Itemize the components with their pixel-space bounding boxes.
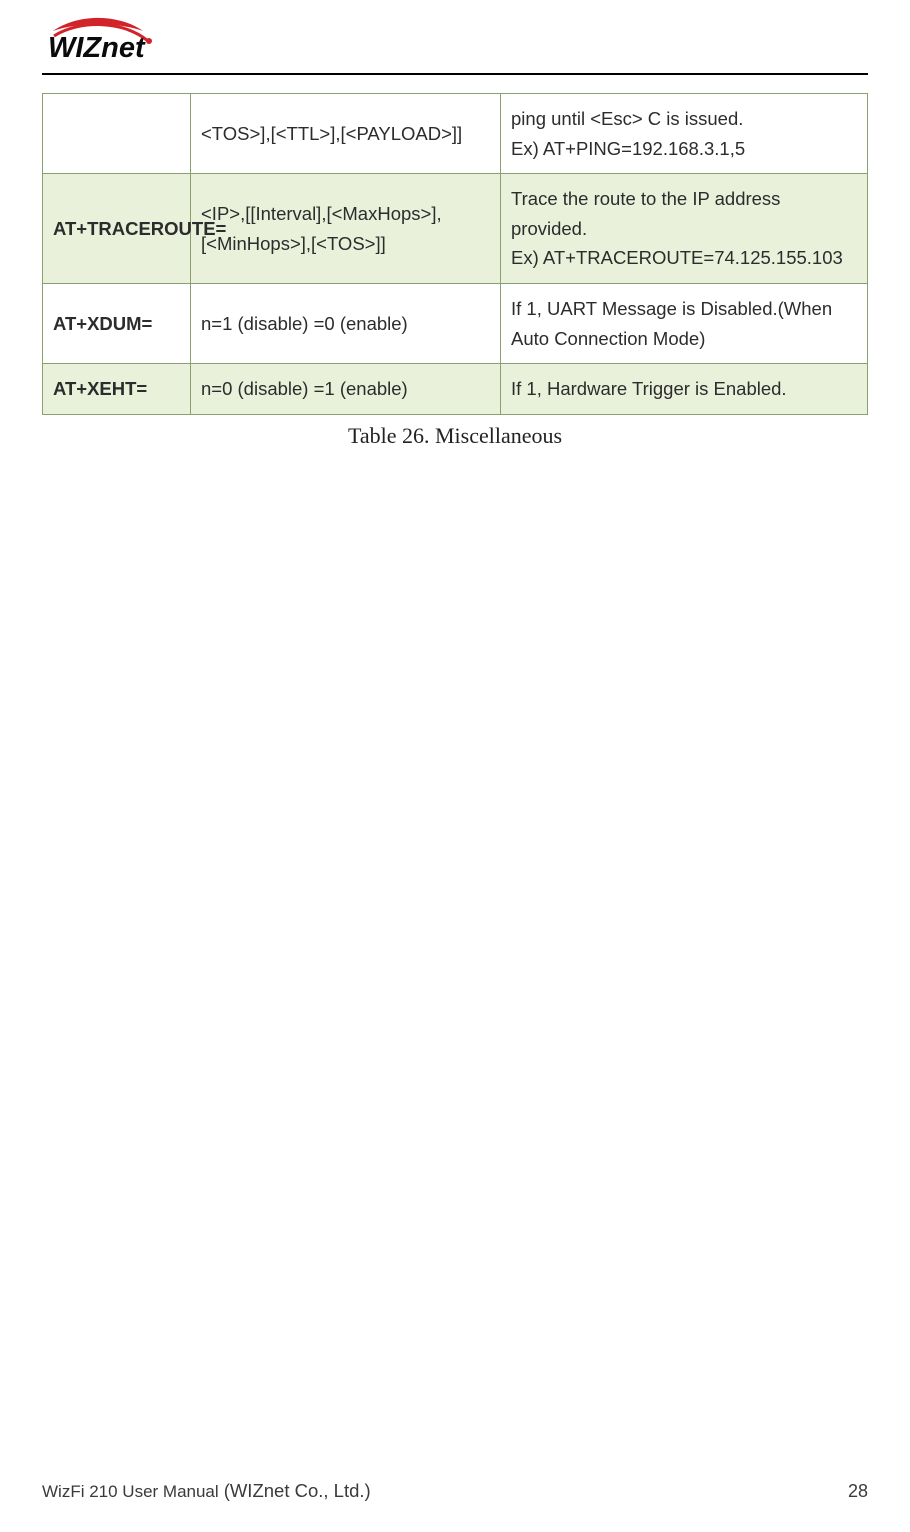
desc-cell: Trace the route to the IP address provid… — [501, 174, 868, 284]
page: WIZnet <TOS>],[<TTL>],[<PAYLOAD>]] ping … — [0, 0, 910, 1532]
table-row: AT+XEHT= n=0 (disable) =1 (enable) If 1,… — [43, 364, 868, 415]
page-number: 28 — [848, 1481, 868, 1502]
param-cell: <IP>,[[Interval],[<MaxHops>],[<MinHops>]… — [191, 174, 501, 284]
commands-table: <TOS>],[<TTL>],[<PAYLOAD>]] ping until <… — [42, 93, 868, 415]
desc-cell: If 1, UART Message is Disabled.(When Aut… — [501, 283, 868, 363]
table-row: AT+TRACEROUTE= <IP>,[[Interval],[<MaxHop… — [43, 174, 868, 284]
footer-left: WizFi 210 User Manual (WIZnet Co., Ltd.) — [42, 1480, 371, 1502]
param-cell: n=1 (disable) =0 (enable) — [191, 283, 501, 363]
footer-company: (WIZnet Co., Ltd.) — [224, 1480, 371, 1501]
cmd-cell: AT+XEHT= — [43, 364, 191, 415]
table-caption: Table 26. Miscellaneous — [42, 423, 868, 449]
footer: WizFi 210 User Manual (WIZnet Co., Ltd.)… — [42, 1480, 868, 1502]
param-cell: <TOS>],[<TTL>],[<PAYLOAD>]] — [191, 94, 501, 174]
table-row: <TOS>],[<TTL>],[<PAYLOAD>]] ping until <… — [43, 94, 868, 174]
cmd-cell: AT+XDUM= — [43, 283, 191, 363]
svg-text:WIZnet: WIZnet — [48, 32, 146, 62]
cmd-cell — [43, 94, 191, 174]
desc-cell: ping until <Esc> C is issued.Ex) AT+PING… — [501, 94, 868, 174]
logo-wrap: WIZnet — [42, 10, 868, 67]
table-row: AT+XDUM= n=1 (disable) =0 (enable) If 1,… — [43, 283, 868, 363]
param-cell: n=0 (disable) =1 (enable) — [191, 364, 501, 415]
desc-cell: If 1, Hardware Trigger is Enabled. — [501, 364, 868, 415]
footer-manual: WizFi 210 User Manual — [42, 1482, 219, 1501]
wiznet-logo-icon: WIZnet — [48, 10, 228, 62]
cmd-cell: AT+TRACEROUTE= — [43, 174, 191, 284]
header-rule — [42, 73, 868, 75]
